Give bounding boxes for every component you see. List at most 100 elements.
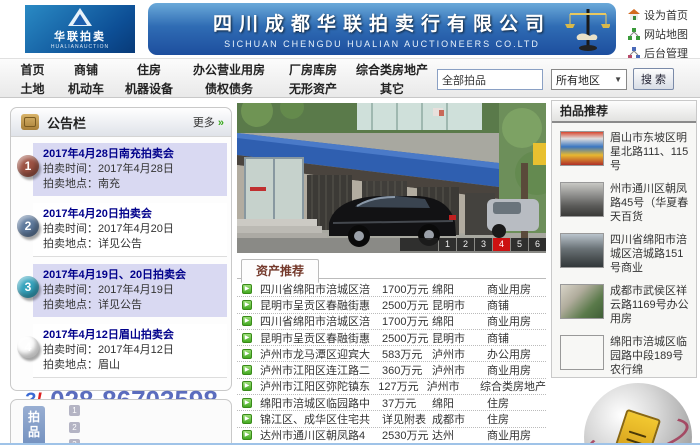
lot-number-badge[interactable]: 2 <box>69 422 80 433</box>
announcement-item[interactable]: 1 2017年4月28日南充拍卖会 拍卖时间：2017年4月28日 拍卖地点：南… <box>33 143 227 196</box>
announcement-time-line: 拍卖时间：2017年4月12日 <box>43 343 221 358</box>
asset-category: 商铺 <box>487 297 546 313</box>
nav-item[interactable]: 厂房库房 <box>277 62 349 78</box>
search-button[interactable]: 搜 索 <box>633 68 674 90</box>
nav-item[interactable]: 商铺 <box>55 62 117 78</box>
nav-item[interactable]: 机器设备 <box>117 81 181 97</box>
region-select[interactable]: 所有地区 ▼ <box>551 69 627 90</box>
time-value: 2017年4月28日 <box>98 163 174 175</box>
announcement-more-link[interactable]: 更多 » <box>193 114 223 130</box>
nav-item[interactable]: 首页 <box>10 62 55 78</box>
announcement-item[interactable]: 3 2017年4月19日、20日拍卖会 拍卖时间：2017年4月19日 拍卖地点… <box>33 264 227 317</box>
company-logo[interactable]: 华联拍卖 HUALIANAUCTION <box>25 5 135 53</box>
recommendation-item[interactable]: 眉山市东坡区明星北路111、115号 <box>560 131 690 173</box>
asset-row[interactable]: ▶ 四川省绵阳市涪城区涪 1700万元 绵阳 商业用房 <box>237 281 546 297</box>
asset-row[interactable]: ▶ 泸州市江阳区弥陀镇东 127万元 泸州市 综合类房地产 <box>237 379 546 395</box>
nav-item[interactable]: 债权债务 <box>181 81 277 97</box>
recommendation-text: 成都市武侯区祥云路1169号办公用房 <box>610 284 690 326</box>
main-navbar: 首页商铺住房办公营业用房厂房库房综合类房地产 土地机动车机器设备债权债务无形资产… <box>0 58 700 98</box>
page-number-button[interactable]: 5 <box>511 238 528 251</box>
property-thumbnail <box>560 131 604 166</box>
more-label: 更多 <box>193 117 215 129</box>
place-value: 南充 <box>98 178 120 190</box>
asset-name: 泸州市龙马潭区迎宾大 <box>260 346 382 362</box>
asset-category: 住房 <box>487 411 546 427</box>
green-arrow-icon: ▶ <box>242 333 252 343</box>
page-number-button[interactable]: 6 <box>529 238 546 251</box>
asset-price: 360万元 <box>382 362 432 378</box>
place-label: 拍卖地点： <box>43 359 98 371</box>
green-arrow-icon: ▶ <box>242 430 252 440</box>
asset-row[interactable]: ▶ 绵阳市涪城区临园路中 37万元 绵阳 住房 <box>237 395 546 411</box>
recommendation-item[interactable]: 成都市武侯区祥云路1169号办公用房 <box>560 284 690 326</box>
scales-of-justice-icon <box>564 6 610 52</box>
time-value: 2017年4月20日 <box>98 223 174 235</box>
assets-tab[interactable]: 资产推荐 <box>241 259 319 283</box>
set-homepage-label: 设为首页 <box>644 7 688 23</box>
announcement-item-title: 2017年4月12日眉山拍卖会 <box>43 328 221 343</box>
nav-item[interactable]: 土地 <box>10 81 55 97</box>
asset-row[interactable]: ▶ 锦江区、成华区住宅共 详见附表 成都市 住房 <box>237 411 546 427</box>
announcement-item[interactable]: 4 2017年4月12日眉山拍卖会 拍卖时间：2017年4月12日 拍卖地点：眉… <box>33 324 227 378</box>
announcement-item-title: 2017年4月28日南充拍卖会 <box>43 147 221 162</box>
property-thumbnail <box>560 182 604 217</box>
nav-item[interactable]: 机动车 <box>55 81 117 97</box>
email-contact-icon[interactable] <box>584 383 692 445</box>
announcement-item-title: 2017年4月20日拍卖会 <box>43 207 221 222</box>
announcement-title: 公告栏 <box>47 113 86 132</box>
announcement-panel: 公告栏 更多 » 1 2017年4月28日南充拍卖会 拍卖时间：2017年4月2… <box>10 107 232 391</box>
asset-row[interactable]: ▶ 四川省绵阳市涪城区涪 1700万元 绵阳 商业用房 <box>237 314 546 330</box>
sitemap-link[interactable]: 网站地图 <box>628 26 688 42</box>
asset-row[interactable]: ▶ 泸州市江阳区连江路二 360万元 泸州市 商业用房 <box>237 362 546 378</box>
asset-row[interactable]: ▶ 泸州市龙马潭区迎宾大 583万元 泸州市 办公用房 <box>237 346 546 362</box>
time-label: 拍卖时间： <box>43 223 98 235</box>
place-value: 详见公告 <box>98 238 142 250</box>
place-label: 拍卖地点： <box>43 238 98 250</box>
quick-links: 设为首页 网站地图 后台管理 <box>628 7 688 61</box>
recommendation-text: 绵阳市涪城区临园路中段189号农行绵 <box>610 335 690 377</box>
recommendation-item[interactable]: 州市通川区朝凤路45号（华夏春天百货 <box>560 182 690 224</box>
page-number-button[interactable]: 4 <box>493 238 510 251</box>
home-icon <box>628 9 640 21</box>
page-number-button[interactable]: 2 <box>457 238 474 251</box>
nav-item[interactable]: 其它 <box>349 81 435 97</box>
recommendation-item[interactable]: 绵阳市涪城区临园路中段189号农行绵 <box>560 335 690 377</box>
place-value: 详见公告 <box>98 299 142 311</box>
green-arrow-icon: ▶ <box>242 365 252 375</box>
recommendation-text: 眉山市东坡区明星北路111、115号 <box>610 131 690 173</box>
time-label: 拍卖时间： <box>43 163 98 175</box>
main-photo-slideshow[interactable]: 123456 <box>237 103 546 253</box>
announcement-item[interactable]: 2 2017年4月20日拍卖会 拍卖时间：2017年4月20日 拍卖地点：详见公… <box>33 203 227 257</box>
nav-item[interactable]: 综合类房地产 <box>349 62 435 78</box>
page-number-button[interactable]: 3 <box>475 238 492 251</box>
nav-item[interactable]: 办公营业用房 <box>181 62 277 78</box>
asset-price: 1700万元 <box>382 313 432 329</box>
asset-city: 昆明市 <box>432 330 487 346</box>
asset-price: 1700万元 <box>382 281 432 297</box>
asset-category: 综合类房地产 <box>480 378 546 394</box>
recommendation-item[interactable]: 四川省绵阳市涪城区涪城路151号商业 <box>560 233 690 275</box>
site-banner: 四川成都华联拍卖行有限公司 SICHUAN CHENGDU HUALIAN AU… <box>148 3 616 55</box>
announcement-number-badge: 1 <box>17 155 39 177</box>
asset-category: 商业用房 <box>487 427 546 443</box>
set-homepage-link[interactable]: 设为首页 <box>628 7 688 23</box>
nav-item[interactable]: 住房 <box>117 62 181 78</box>
asset-city: 泸州市 <box>432 346 487 362</box>
asset-row[interactable]: ▶ 达州市通川区朝凤路4 2530万元 达州 商业用房 <box>237 428 546 444</box>
asset-row[interactable]: ▶ 昆明市呈贡区春融街惠 2500万元 昆明市 商铺 <box>237 297 546 313</box>
page-number-button[interactable]: 1 <box>439 238 456 251</box>
asset-name: 泸州市江阳区弥陀镇东 <box>260 378 378 394</box>
time-label: 拍卖时间： <box>43 344 98 356</box>
logo-subname: HUALIANAUCTION <box>51 44 109 50</box>
asset-city: 达州 <box>432 427 487 443</box>
search-input[interactable] <box>437 69 543 90</box>
building-street-photo <box>237 103 546 253</box>
asset-row[interactable]: ▶ 昆明市呈贡区春融街惠 2500万元 昆明市 商铺 <box>237 330 546 346</box>
logo-triangle-icon <box>68 8 92 26</box>
nav-item[interactable]: 无形资产 <box>277 81 349 97</box>
chevron-down-icon: ▼ <box>614 75 622 84</box>
lot-number-badge[interactable]: 1 <box>69 405 80 416</box>
logo-name: 华联拍卖 <box>54 28 106 44</box>
double-arrow-icon: » <box>218 117 223 129</box>
assets-table: ▶ 四川省绵阳市涪城区涪 1700万元 绵阳 商业用房 ▶ 昆明市呈贡区春融街惠… <box>237 281 546 444</box>
